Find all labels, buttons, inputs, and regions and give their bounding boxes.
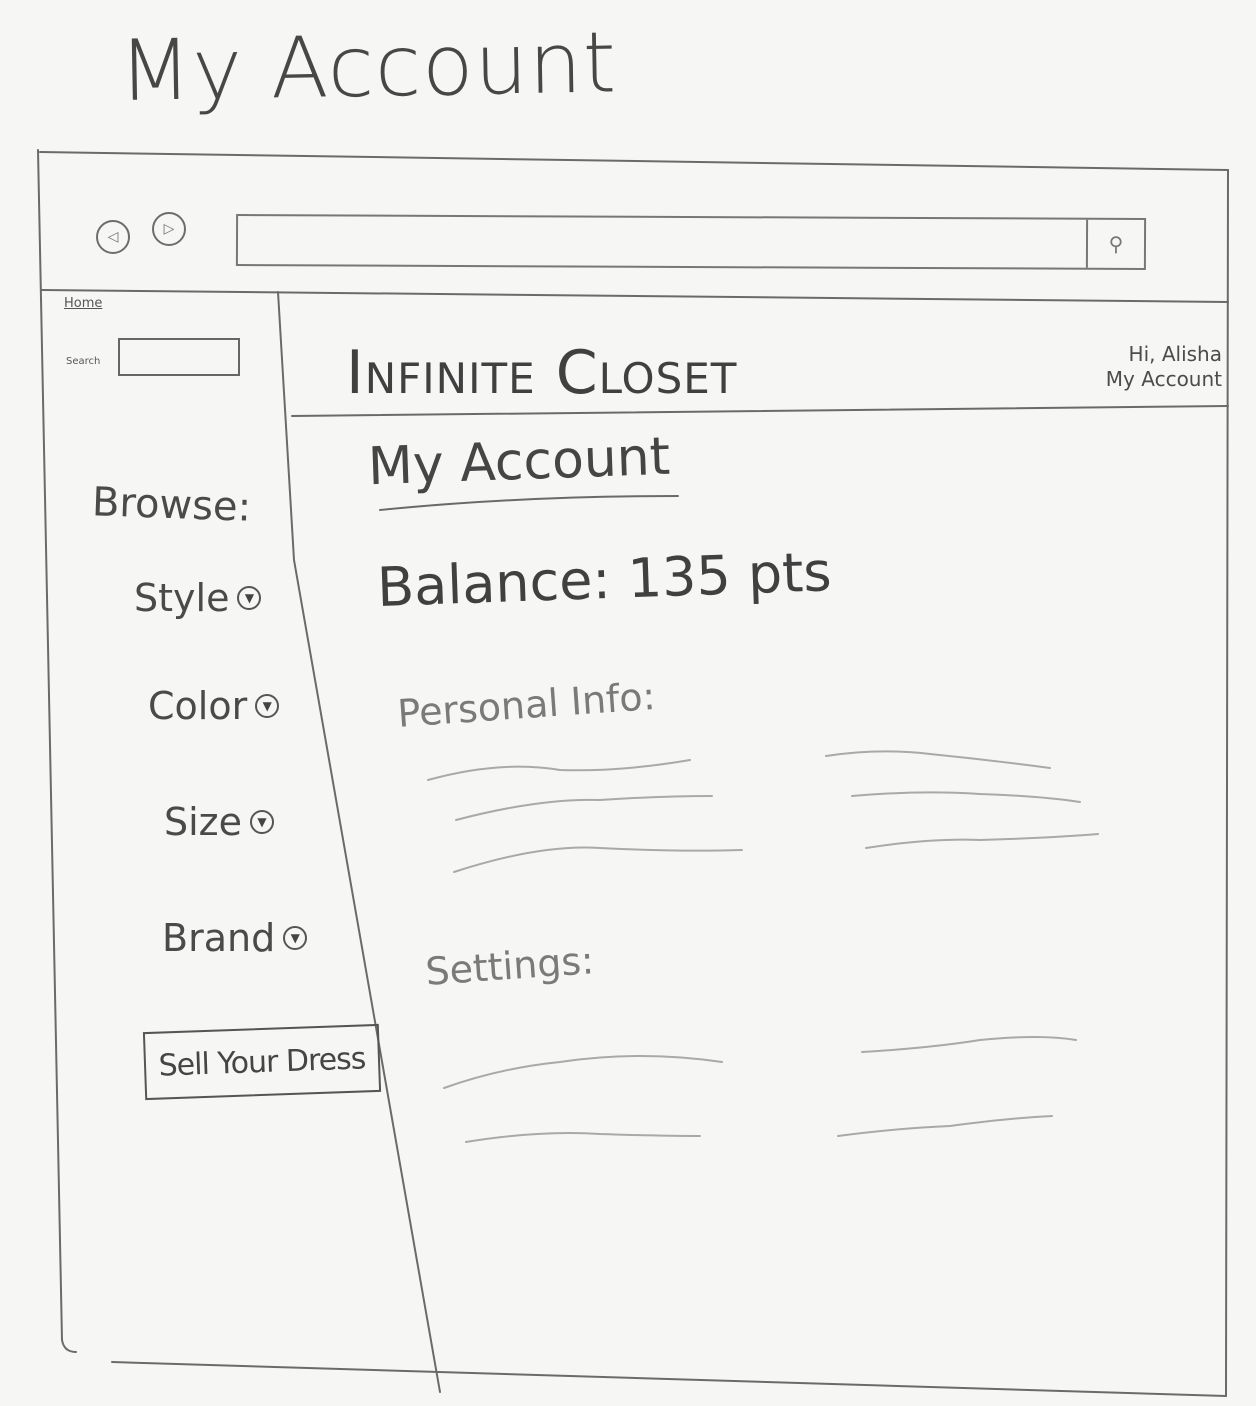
filter-brand[interactable]: Brand ▼	[162, 916, 308, 960]
settings-heading: Settings:	[424, 938, 596, 994]
search-input[interactable]	[118, 338, 240, 376]
page-heading: My Account	[118, 13, 618, 120]
filter-size[interactable]: Size ▼	[164, 800, 275, 844]
search-label: Search	[66, 356, 101, 367]
filter-color[interactable]: Color ▼	[148, 684, 280, 728]
user-greeting-area: Hi, Alisha My Account	[1106, 342, 1222, 392]
address-bar[interactable]: ⚲	[235, 214, 1147, 270]
chevron-down-icon: ▼	[250, 810, 275, 834]
filter-style[interactable]: Style ▼	[134, 576, 262, 620]
filter-label: Style	[134, 576, 230, 620]
forward-arrow-icon: ▷	[163, 221, 175, 237]
chevron-down-icon: ▼	[237, 586, 262, 610]
settings-lines	[443, 1036, 1077, 1143]
chevron-down-icon: ▼	[283, 926, 308, 950]
balance-display: Balance: 135 pts	[376, 540, 833, 619]
search-icon: ⚲	[1108, 231, 1124, 256]
chevron-down-icon: ▼	[255, 694, 280, 718]
site-logo[interactable]: Infinite Closet	[346, 338, 737, 408]
filter-label: Color	[148, 684, 248, 728]
filter-label: Size	[164, 800, 243, 844]
back-button[interactable]: ◁	[96, 220, 130, 254]
greeting-text: Hi, Alisha	[1128, 342, 1222, 366]
browse-title: Browse:	[91, 479, 252, 531]
personal-info-lines	[427, 750, 1099, 873]
forward-button[interactable]: ▷	[152, 212, 186, 246]
content-title: My Account	[367, 426, 672, 498]
sell-your-dress-button[interactable]: Sell Your Dress	[142, 1023, 382, 1101]
my-account-link[interactable]: My Account	[1106, 367, 1222, 392]
back-arrow-icon: ◁	[107, 229, 119, 245]
home-link[interactable]: Home	[64, 296, 102, 311]
filter-label: Brand	[162, 916, 276, 960]
personal-info-heading: Personal Info:	[396, 673, 657, 736]
address-search-button[interactable]: ⚲	[1085, 219, 1145, 268]
